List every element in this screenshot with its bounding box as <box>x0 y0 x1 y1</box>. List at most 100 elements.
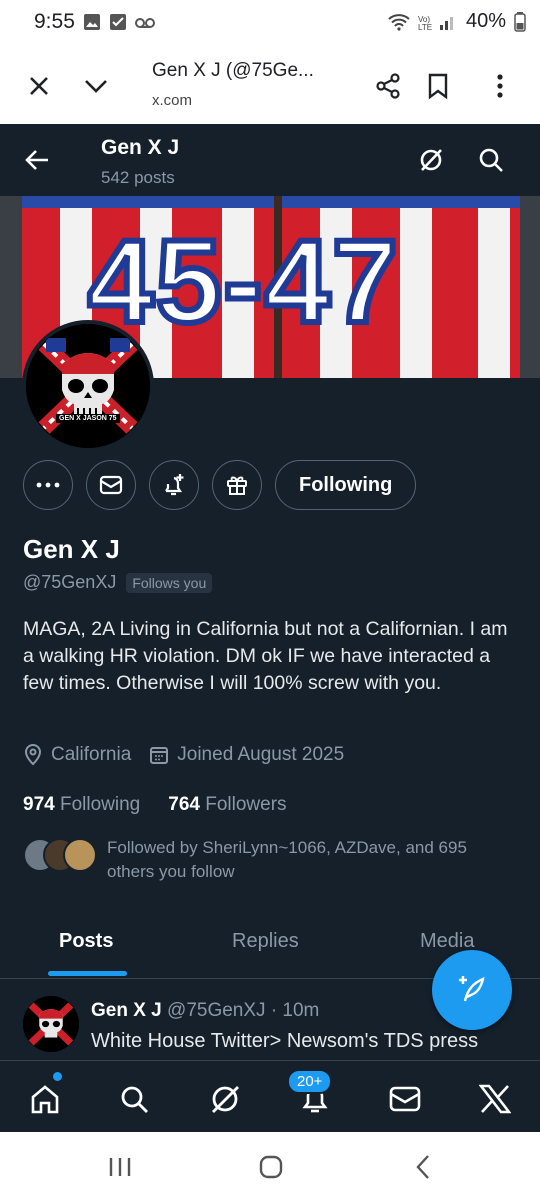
banner-text: 45-47 <box>85 213 401 351</box>
punisher-skull-icon <box>23 996 79 1052</box>
gallery-icon <box>84 14 100 30</box>
post-author: Gen X J <box>91 1000 162 1021</box>
followed-by-row[interactable]: Followed by SheriLynn~1066, AZDave, and … <box>23 836 517 884</box>
profile-header: Gen X J 542 posts <box>0 124 540 196</box>
follower-avatars <box>23 836 97 872</box>
recent-apps-button[interactable] <box>105 1152 135 1182</box>
more-button[interactable] <box>23 460 73 510</box>
location-text: California <box>51 744 132 765</box>
chevron-left-icon <box>416 1155 429 1179</box>
followers-stat[interactable]: 764 Followers <box>168 794 286 816</box>
mail-icon <box>99 475 123 495</box>
follower-avatar <box>63 838 97 872</box>
profile-actions: Following <box>23 460 417 510</box>
header-posts-count: 542 posts <box>101 168 175 187</box>
grok-button[interactable] <box>411 140 451 180</box>
joined-item: Joined August 2025 <box>149 744 344 766</box>
back-system-button[interactable] <box>408 1152 438 1182</box>
header-name: Gen X J <box>101 136 180 159</box>
profile-handle-row: @75GenXJ Follows you <box>23 572 213 593</box>
battery-level: 40% <box>465 10 506 32</box>
gift-button[interactable] <box>212 460 262 510</box>
notify-button[interactable] <box>149 460 199 510</box>
tab-replies[interactable]: Replies <box>232 930 299 953</box>
home-icon <box>31 1085 59 1114</box>
feather-plus-icon <box>459 976 485 1002</box>
grok-icon <box>212 1086 239 1113</box>
recents-icon <box>109 1158 131 1176</box>
close-icon <box>30 77 48 95</box>
profile-name: Gen X J <box>23 534 120 564</box>
svg-text:LTE: LTE <box>418 23 432 31</box>
voicemail-icon <box>135 18 155 28</box>
bookmark-icon <box>428 73 448 100</box>
signal-icon: Vo)LTE <box>418 15 453 31</box>
message-button[interactable] <box>86 460 136 510</box>
grok-icon <box>420 149 442 171</box>
more-vertical-icon <box>497 74 503 98</box>
search-button[interactable] <box>471 140 511 180</box>
notifications-badge: 20+ <box>287 1069 333 1094</box>
status-right: Vo) LTE 40% <box>388 10 526 33</box>
share-icon <box>376 73 400 99</box>
home-system-button[interactable] <box>256 1152 286 1182</box>
search-icon <box>121 1086 148 1113</box>
browser-toolbar: Gen X J (@75Ge... x.com <box>0 48 540 125</box>
location-pin-icon <box>24 744 42 766</box>
calendar-icon <box>150 747 169 764</box>
profile-avatar[interactable]: GEN X JASON 75 <box>22 320 154 452</box>
home-circle-icon <box>259 1155 283 1179</box>
bell-plus-icon <box>165 474 184 496</box>
back-button[interactable] <box>17 140 57 180</box>
profile-stats: 974 Following 764 Followers <box>23 794 287 816</box>
profile-meta: California Joined August 2025 <box>23 744 344 766</box>
post-header: Gen X J @75GenXJ · 10m <box>91 1000 319 1022</box>
post-text: White House Twitter> Newsom's TDS press <box>91 1030 479 1052</box>
mail-icon <box>389 1086 421 1112</box>
arrow-left-icon <box>25 150 48 170</box>
x-logo-icon <box>479 1084 511 1114</box>
followed-by-text: Followed by SheriLynn~1066, AZDave, and … <box>107 838 467 881</box>
search-icon <box>479 148 503 172</box>
following-stat[interactable]: 974 Following <box>23 794 140 816</box>
nav-messages[interactable] <box>383 1077 427 1121</box>
chevron-down-icon <box>85 80 107 93</box>
tab-posts[interactable]: Posts <box>59 930 113 953</box>
status-time: 9:55 <box>34 10 75 33</box>
nav-grok[interactable] <box>203 1077 247 1121</box>
bottom-nav <box>0 1060 540 1133</box>
close-tab-button[interactable] <box>19 66 59 106</box>
joined-text: Joined August 2025 <box>177 744 345 765</box>
followers-count: 764 <box>168 794 200 815</box>
follows-you-badge: Follows you <box>126 572 213 593</box>
page-title: Gen X J (@75Ge... <box>152 60 314 81</box>
followers-label: Followers <box>205 794 287 815</box>
nav-x[interactable] <box>473 1077 517 1121</box>
profile-bio: MAGA, 2A Living in California but not a … <box>23 618 508 694</box>
battery-icon <box>514 11 526 32</box>
gift-icon <box>227 476 247 495</box>
bookmark-button[interactable] <box>418 66 458 106</box>
compose-post-button[interactable] <box>432 950 512 1030</box>
system-nav-bar <box>0 1132 540 1200</box>
page-url: x.com <box>152 92 193 109</box>
active-tab-indicator <box>48 971 127 976</box>
minimize-button[interactable] <box>76 66 116 106</box>
checkbox-icon <box>110 14 126 30</box>
home-unread-dot <box>53 1072 62 1081</box>
status-bar: 9:55 Vo) LTE 40% <box>0 0 540 48</box>
following-label: Following <box>59 794 141 815</box>
more-horizontal-icon <box>36 482 60 488</box>
share-button[interactable] <box>368 66 408 106</box>
nav-home[interactable] <box>23 1077 67 1121</box>
location-item: California <box>23 744 131 766</box>
wifi-icon <box>388 13 410 31</box>
more-menu-button[interactable] <box>480 66 520 106</box>
avatar-text: GEN X JASON 75 <box>56 414 120 423</box>
post-avatar[interactable] <box>23 996 79 1052</box>
status-icons <box>82 12 156 32</box>
following-button[interactable]: Following <box>275 460 417 510</box>
punisher-skull-icon <box>26 324 150 448</box>
nav-search[interactable] <box>112 1077 156 1121</box>
profile-handle: @75GenXJ <box>23 572 117 592</box>
